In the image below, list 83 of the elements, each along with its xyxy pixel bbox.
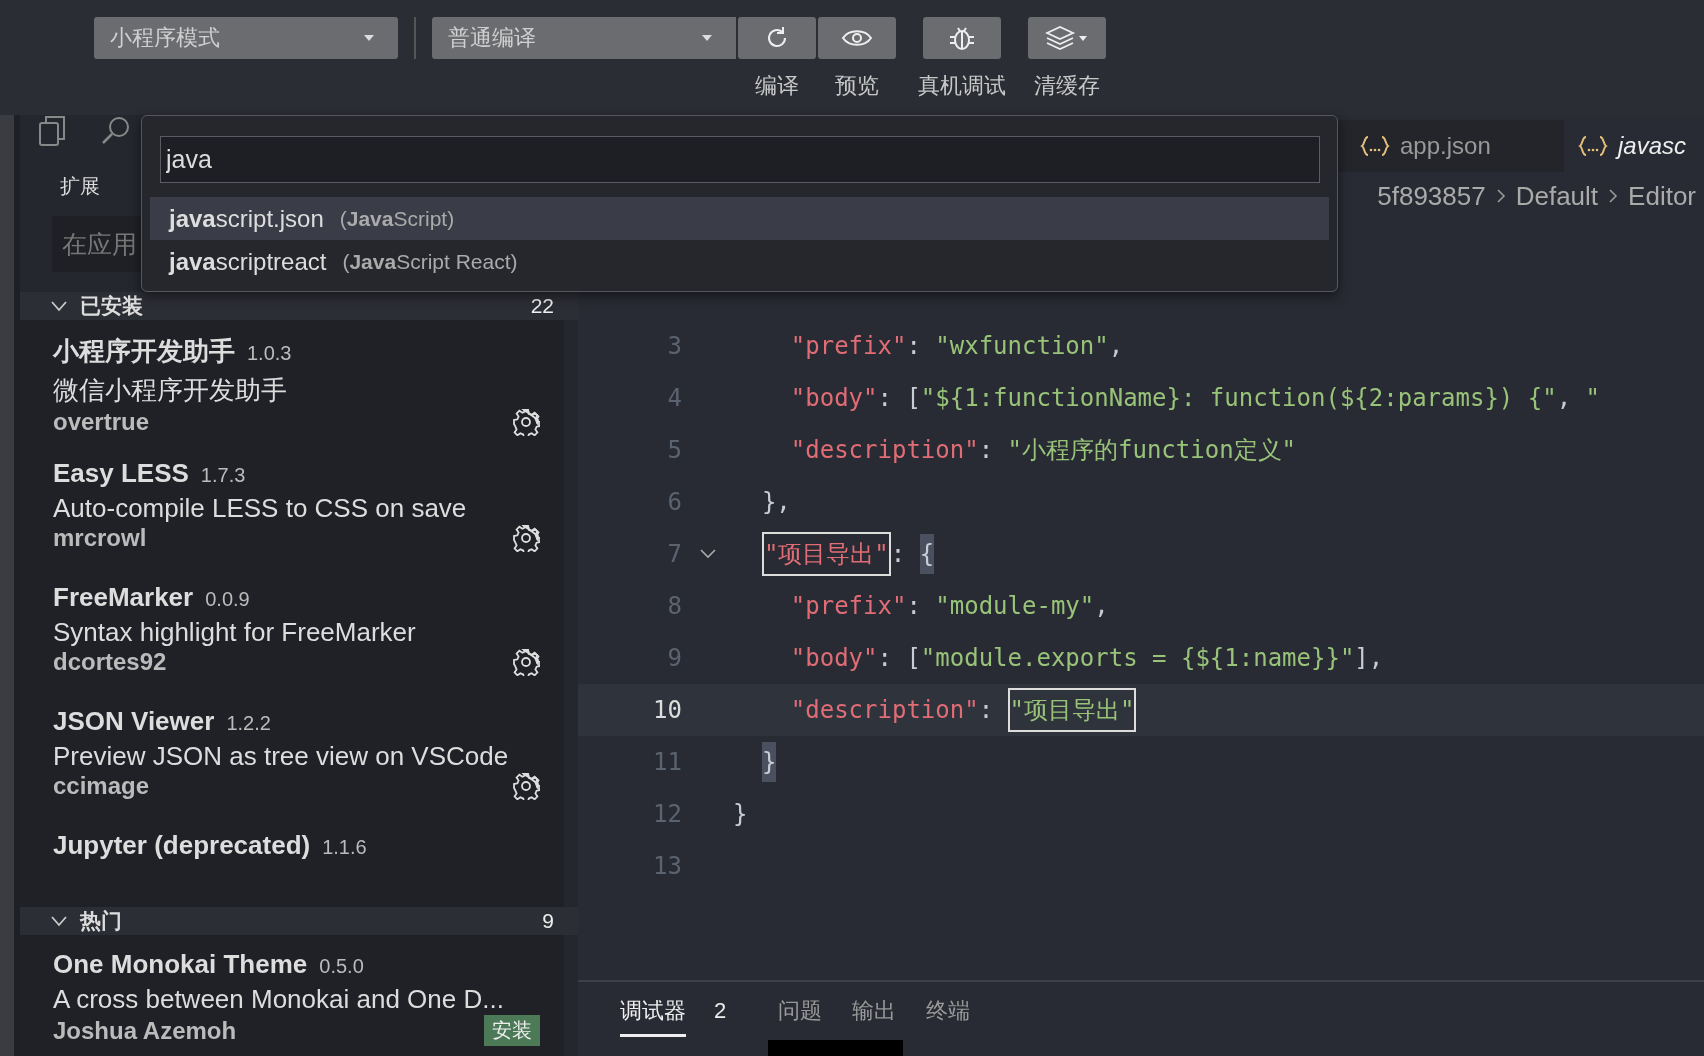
extension-version: 1.1.6 xyxy=(322,836,367,859)
line-number: 3 xyxy=(666,332,682,360)
extension-version: 1.0.3 xyxy=(247,342,292,365)
line-number: 9 xyxy=(666,644,682,672)
extension-name: Jupyter (deprecated) xyxy=(53,830,311,861)
panel-tab[interactable]: 输出 xyxy=(852,985,897,1037)
chevron-right-icon xyxy=(1608,188,1619,204)
line-number: 6 xyxy=(666,488,682,516)
extension-description: 微信小程序开发助手 xyxy=(53,374,288,407)
line-number: 4 xyxy=(666,384,682,412)
code-text: } xyxy=(733,741,777,783)
extension-version: 1.7.3 xyxy=(200,464,246,487)
count-label: 2 xyxy=(714,998,727,1024)
json-icon xyxy=(1360,135,1390,157)
install-button[interactable]: 安装 xyxy=(484,1015,540,1046)
mode-dropdown[interactable]: 小程序模式 xyxy=(94,17,398,59)
extension-name: JSON Viewer xyxy=(53,706,215,737)
preview-button[interactable] xyxy=(818,17,896,59)
toolbar-label: 真机调试 xyxy=(918,72,1006,100)
files-icon[interactable] xyxy=(38,115,68,147)
extension-name: FreeMarker xyxy=(53,582,194,613)
code-text: "description": "小程序的function定义" xyxy=(789,435,1297,466)
caret-icon xyxy=(702,35,712,41)
eye-icon xyxy=(841,27,873,49)
sidebar-title: 扩展 xyxy=(60,174,100,199)
language-option[interactable]: javascript.json (JavaScript) xyxy=(150,197,1329,240)
line-number: 5 xyxy=(666,436,682,464)
code-text: }, xyxy=(760,488,791,516)
extension-description: Preview JSON as tree view on VSCode xyxy=(53,741,510,772)
editor-tab[interactable]: javasc xyxy=(1564,120,1704,172)
extension-description: Syntax highlight for FreeMarker xyxy=(53,617,417,648)
extension-name: One Monokai Theme xyxy=(53,949,308,980)
section-header[interactable]: 热门 9 xyxy=(20,907,578,935)
line-number: 10 xyxy=(652,696,682,724)
panel-tab[interactable]: 问题 xyxy=(778,985,823,1037)
extension-version: 0.0.9 xyxy=(205,588,250,611)
extension-author: ccimage xyxy=(53,772,150,800)
extension-author: Joshua Azemoh xyxy=(53,1016,237,1045)
section-header[interactable]: 已安装 22 xyxy=(20,292,578,320)
cache-button[interactable] xyxy=(1028,17,1106,59)
settings-icon[interactable] xyxy=(512,524,540,552)
code-text: "prefix": "module-my", xyxy=(789,592,1109,620)
language-option[interactable]: javascriptreact (JavaScript React) xyxy=(150,240,1329,283)
chevron-right-icon xyxy=(1495,188,1506,204)
settings-icon[interactable] xyxy=(512,772,540,800)
compile-button[interactable] xyxy=(738,17,816,59)
extension-name: Easy LESS xyxy=(53,458,189,489)
breadcrumb-item[interactable]: 5f893857 xyxy=(1377,180,1486,212)
language-search-field[interactable]: java xyxy=(160,136,1320,183)
code-text: "prefix": "wxfunction", xyxy=(789,332,1124,360)
line-number: 8 xyxy=(666,592,682,620)
extension-description: A cross between Monokai and One D... xyxy=(53,984,505,1015)
code-text: "body": ["module.exports = {${1:name}}"], xyxy=(789,644,1384,672)
json-icon xyxy=(1578,135,1608,157)
layers-icon xyxy=(1045,25,1089,51)
extension-author: dcortes92 xyxy=(53,648,167,676)
line-number: 7 xyxy=(666,540,682,568)
code-text: "body": ["${1:functionName}: function(${2:params}) {", " xyxy=(789,384,1600,412)
extension-version: 1.2.2 xyxy=(226,712,271,735)
settings-icon[interactable] xyxy=(512,648,540,676)
code-text: "description": "项目导出" xyxy=(733,687,1137,733)
extension-author: mrcrowl xyxy=(53,524,147,552)
extension-author: overtrue xyxy=(53,408,150,436)
editor-tab[interactable]: app.json xyxy=(1346,120,1564,172)
caret-icon xyxy=(364,35,374,41)
breadcrumb-item[interactable]: Editor xyxy=(1628,180,1696,212)
compile-dropdown[interactable]: 普通编译 xyxy=(432,17,736,59)
toolbar-label: 预览 xyxy=(835,72,879,100)
extension-description: Auto-compile LESS to CSS on save xyxy=(53,493,468,524)
debug-button[interactable] xyxy=(923,17,1001,59)
settings-icon[interactable] xyxy=(512,408,540,436)
line-number: 11 xyxy=(652,748,682,776)
extension-name: 小程序开发助手 xyxy=(53,335,235,368)
panel-tab[interactable]: 调试器 xyxy=(620,985,686,1037)
toolbar-label: 编译 xyxy=(755,72,799,100)
fold-chevron-icon[interactable] xyxy=(698,548,717,560)
code-text: } xyxy=(733,800,748,828)
panel-tab[interactable]: 终端 xyxy=(926,985,971,1037)
line-number: 12 xyxy=(652,800,682,828)
breadcrumb-item[interactable]: Default xyxy=(1515,180,1599,212)
toolbar-label: 清缓存 xyxy=(1034,72,1100,100)
extension-version: 0.5.0 xyxy=(319,955,364,978)
line-number: 13 xyxy=(652,852,682,880)
